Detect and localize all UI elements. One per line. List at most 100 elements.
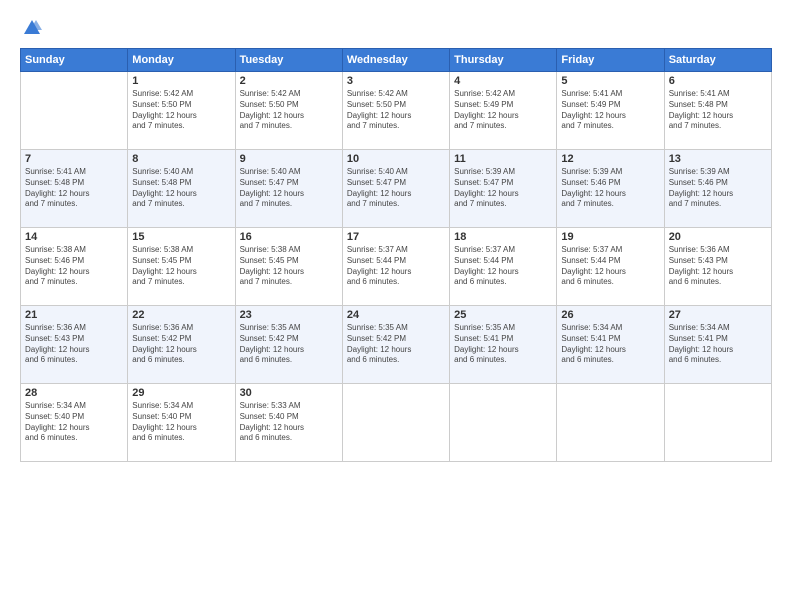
calendar-cell: 22Sunrise: 5:36 AM Sunset: 5:42 PM Dayli… (128, 306, 235, 384)
day-number: 14 (25, 231, 123, 243)
day-number: 18 (454, 231, 552, 243)
day-number: 1 (132, 75, 230, 87)
day-info: Sunrise: 5:36 AM Sunset: 5:43 PM Dayligh… (669, 245, 767, 288)
day-info: Sunrise: 5:39 AM Sunset: 5:46 PM Dayligh… (561, 167, 659, 210)
calendar-cell (450, 384, 557, 462)
day-info: Sunrise: 5:37 AM Sunset: 5:44 PM Dayligh… (561, 245, 659, 288)
calendar-cell: 5 Sunrise: 5:41 AM Sunset: 5:49 PM Daylig… (557, 72, 664, 150)
logo (20, 18, 42, 38)
calendar-cell: 1 Sunrise: 5:42 AM Sunset: 5:50 PM Daylig… (128, 72, 235, 150)
calendar-table: SundayMondayTuesdayWednesdayThursdayFrid… (20, 48, 772, 462)
calendar-cell: 23 Sunrise: 5:35 AM Sunset: 5:42 PM Dayli… (235, 306, 342, 384)
day-number: 4 (454, 75, 552, 87)
day-info: Sunrise: 5:35 AM Sunset: 5:42 PM Dayligh… (240, 323, 338, 366)
calendar-cell: 30 Sunrise: 5:33 AM Sunset: 5:40 PM Dayli… (235, 384, 342, 462)
day-number: 20 (669, 231, 767, 243)
calendar-cell: 8 Sunrise: 5:40 AM Sunset: 5:48 PM Daylig… (128, 150, 235, 228)
day-info: Sunrise: 5:40 AM Sunset: 5:47 PM Dayligh… (347, 167, 445, 210)
calendar-cell: 13 Sunrise: 5:39 AM Sunset: 5:46 PM Dayli… (664, 150, 771, 228)
calendar-cell: 11 Sunrise: 5:39 AM Sunset: 5:47 PM Dayli… (450, 150, 557, 228)
calendar-week-row: 7 Sunrise: 5:41 AM Sunset: 5:48 PM Daylig… (21, 150, 772, 228)
day-number: 30 (240, 387, 338, 399)
day-number: 25 (454, 309, 552, 321)
calendar-cell: 24 Sunrise: 5:35 AM Sunset: 5:42 PM Dayli… (342, 306, 449, 384)
day-info: Sunrise: 5:40 AM Sunset: 5:47 PM Dayligh… (240, 167, 338, 210)
day-number: 27 (669, 309, 767, 321)
calendar-week-row: 14 Sunrise: 5:38 AM Sunset: 5:46 PM Dayli… (21, 228, 772, 306)
calendar-cell: 20 Sunrise: 5:36 AM Sunset: 5:43 PM Dayli… (664, 228, 771, 306)
day-info: Sunrise: 5:34 AM Sunset: 5:40 PM Dayligh… (25, 401, 123, 444)
calendar-cell: 25 Sunrise: 5:35 AM Sunset: 5:41 PM Dayli… (450, 306, 557, 384)
day-number: 23 (240, 309, 338, 321)
weekday-header-sunday: Sunday (21, 49, 128, 72)
day-info: Sunrise: 5:41 AM Sunset: 5:49 PM Dayligh… (561, 89, 659, 132)
day-info: Sunrise: 5:37 AM Sunset: 5:44 PM Dayligh… (347, 245, 445, 288)
day-number: 6 (669, 75, 767, 87)
day-info: Sunrise: 5:37 AM Sunset: 5:44 PM Dayligh… (454, 245, 552, 288)
day-info: Sunrise: 5:42 AM Sunset: 5:50 PM Dayligh… (132, 89, 230, 132)
day-number: 11 (454, 153, 552, 165)
weekday-header-wednesday: Wednesday (342, 49, 449, 72)
weekday-header-saturday: Saturday (664, 49, 771, 72)
day-number: 24 (347, 309, 445, 321)
calendar-cell: 14 Sunrise: 5:38 AM Sunset: 5:46 PM Dayli… (21, 228, 128, 306)
day-info: Sunrise: 5:41 AM Sunset: 5:48 PM Dayligh… (669, 89, 767, 132)
calendar-cell: 2 Sunrise: 5:42 AM Sunset: 5:50 PM Daylig… (235, 72, 342, 150)
day-number: 16 (240, 231, 338, 243)
calendar-cell (21, 72, 128, 150)
calendar-cell: 12 Sunrise: 5:39 AM Sunset: 5:46 PM Dayli… (557, 150, 664, 228)
logo-icon (22, 18, 42, 38)
calendar-cell: 21 Sunrise: 5:36 AM Sunset: 5:43 PM Dayli… (21, 306, 128, 384)
calendar-week-row: 21 Sunrise: 5:36 AM Sunset: 5:43 PM Dayli… (21, 306, 772, 384)
calendar-cell: 27 Sunrise: 5:34 AM Sunset: 5:41 PM Dayli… (664, 306, 771, 384)
calendar-cell (342, 384, 449, 462)
day-number: 28 (25, 387, 123, 399)
calendar-cell: 9 Sunrise: 5:40 AM Sunset: 5:47 PM Daylig… (235, 150, 342, 228)
day-info: Sunrise: 5:40 AM Sunset: 5:48 PM Dayligh… (132, 167, 230, 210)
calendar-cell: 6 Sunrise: 5:41 AM Sunset: 5:48 PM Daylig… (664, 72, 771, 150)
day-info: Sunrise: 5:38 AM Sunset: 5:45 PM Dayligh… (132, 245, 230, 288)
calendar-cell: 26Sunrise: 5:34 AM Sunset: 5:41 PM Dayli… (557, 306, 664, 384)
day-info: Sunrise: 5:34 AM Sunset: 5:41 PM Dayligh… (561, 323, 659, 366)
weekday-header-row: SundayMondayTuesdayWednesdayThursdayFrid… (21, 49, 772, 72)
day-number: 9 (240, 153, 338, 165)
day-info: Sunrise: 5:39 AM Sunset: 5:46 PM Dayligh… (669, 167, 767, 210)
day-number: 2 (240, 75, 338, 87)
calendar-week-row: 1 Sunrise: 5:42 AM Sunset: 5:50 PM Daylig… (21, 72, 772, 150)
weekday-header-friday: Friday (557, 49, 664, 72)
day-number: 8 (132, 153, 230, 165)
calendar-cell: 19Sunrise: 5:37 AM Sunset: 5:44 PM Dayli… (557, 228, 664, 306)
day-info: Sunrise: 5:36 AM Sunset: 5:43 PM Dayligh… (25, 323, 123, 366)
day-number: 5 (561, 75, 659, 87)
day-number: 15 (132, 231, 230, 243)
header (20, 18, 772, 38)
day-number: 7 (25, 153, 123, 165)
day-info: Sunrise: 5:36 AM Sunset: 5:42 PM Dayligh… (132, 323, 230, 366)
weekday-header-thursday: Thursday (450, 49, 557, 72)
calendar-page: SundayMondayTuesdayWednesdayThursdayFrid… (0, 0, 792, 612)
calendar-cell: 16 Sunrise: 5:38 AM Sunset: 5:45 PM Dayli… (235, 228, 342, 306)
day-info: Sunrise: 5:42 AM Sunset: 5:50 PM Dayligh… (240, 89, 338, 132)
calendar-cell: 18 Sunrise: 5:37 AM Sunset: 5:44 PM Dayli… (450, 228, 557, 306)
day-info: Sunrise: 5:39 AM Sunset: 5:47 PM Dayligh… (454, 167, 552, 210)
calendar-cell: 28 Sunrise: 5:34 AM Sunset: 5:40 PM Dayli… (21, 384, 128, 462)
day-info: Sunrise: 5:38 AM Sunset: 5:46 PM Dayligh… (25, 245, 123, 288)
calendar-cell: 15 Sunrise: 5:38 AM Sunset: 5:45 PM Dayli… (128, 228, 235, 306)
day-info: Sunrise: 5:34 AM Sunset: 5:41 PM Dayligh… (669, 323, 767, 366)
day-info: Sunrise: 5:42 AM Sunset: 5:50 PM Dayligh… (347, 89, 445, 132)
calendar-cell: 10 Sunrise: 5:40 AM Sunset: 5:47 PM Dayli… (342, 150, 449, 228)
day-info: Sunrise: 5:42 AM Sunset: 5:49 PM Dayligh… (454, 89, 552, 132)
day-info: Sunrise: 5:38 AM Sunset: 5:45 PM Dayligh… (240, 245, 338, 288)
weekday-header-tuesday: Tuesday (235, 49, 342, 72)
day-info: Sunrise: 5:41 AM Sunset: 5:48 PM Dayligh… (25, 167, 123, 210)
day-number: 13 (669, 153, 767, 165)
day-number: 12 (561, 153, 659, 165)
day-info: Sunrise: 5:35 AM Sunset: 5:42 PM Dayligh… (347, 323, 445, 366)
day-info: Sunrise: 5:33 AM Sunset: 5:40 PM Dayligh… (240, 401, 338, 444)
day-number: 17 (347, 231, 445, 243)
calendar-cell: 7 Sunrise: 5:41 AM Sunset: 5:48 PM Daylig… (21, 150, 128, 228)
day-info: Sunrise: 5:35 AM Sunset: 5:41 PM Dayligh… (454, 323, 552, 366)
day-number: 10 (347, 153, 445, 165)
day-number: 29 (132, 387, 230, 399)
day-number: 21 (25, 309, 123, 321)
